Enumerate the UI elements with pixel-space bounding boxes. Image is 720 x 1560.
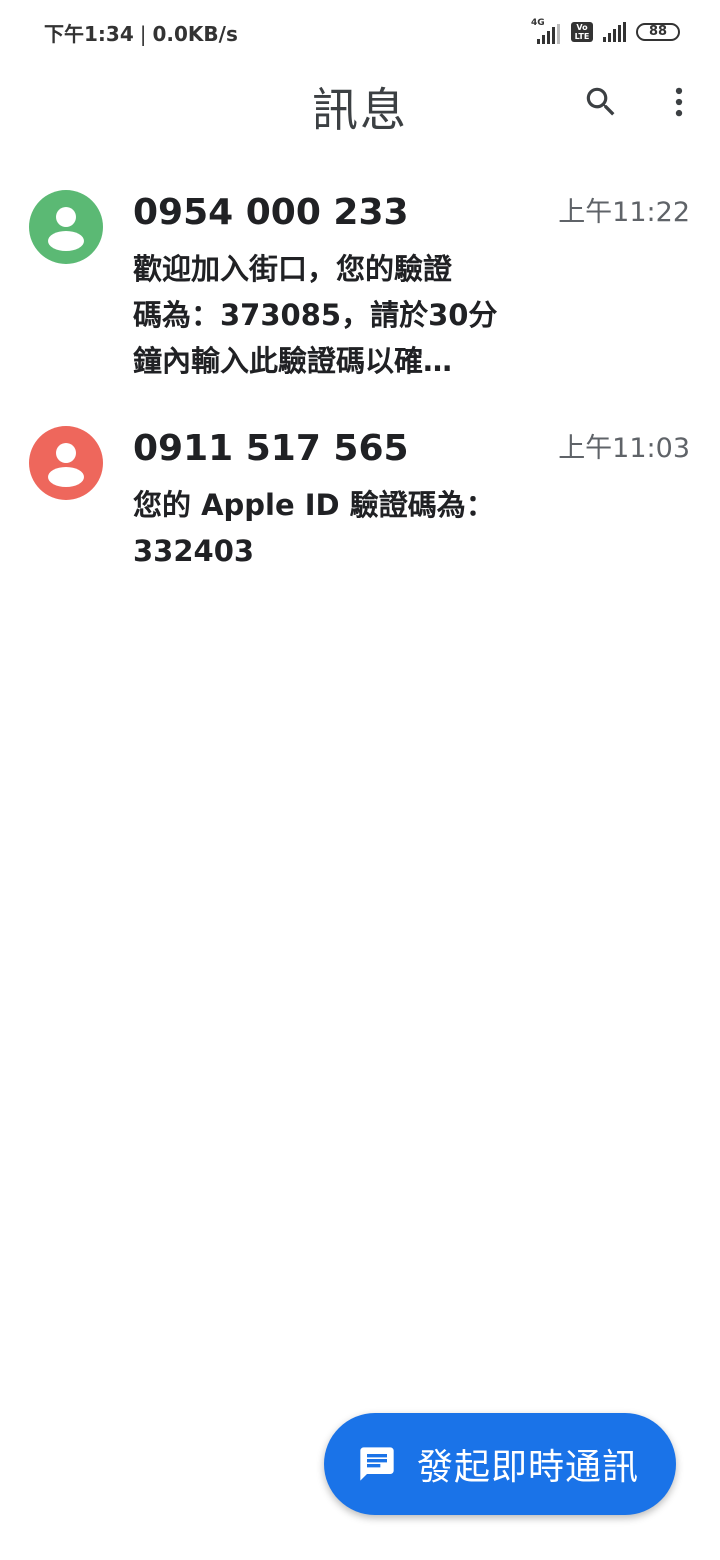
person-icon <box>29 426 103 500</box>
snippet-line: 歡迎加入街口，您的驗證 <box>133 252 453 286</box>
conversation-list: 0954 000 233 上午11:22 歡迎加入街口，您的驗證 碼為：3730… <box>0 170 720 586</box>
conversation-timestamp: 上午11:03 <box>558 433 690 464</box>
conversation-snippet: 歡迎加入街口，您的驗證 碼為：373085，請於30分 鐘內輸入此驗證碼以確… <box>133 246 533 384</box>
search-button[interactable] <box>577 78 625 126</box>
network-4g-indicator: 4G <box>527 18 561 44</box>
status-time: 下午1:34 <box>44 22 134 46</box>
battery-icon: 88 <box>636 23 680 41</box>
snippet-line: 332403 <box>133 534 255 568</box>
status-bar: 下午1:34 | 0.0KB/s 4G Vo LTE 88 <box>0 0 720 64</box>
volte-icon: Vo LTE <box>571 22 593 42</box>
more-vert-icon <box>675 87 683 117</box>
top-app-bar: 訊息 <box>0 64 720 144</box>
search-icon <box>586 87 615 116</box>
signal-strength-icon <box>537 24 560 44</box>
chat-icon <box>360 1447 394 1481</box>
conversation-item[interactable]: 0911 517 565 上午11:03 您的 Apple ID 驗證碼為： 3… <box>0 406 720 586</box>
start-chat-button[interactable]: 發起即時通訊 <box>324 1413 676 1515</box>
person-icon <box>29 190 103 264</box>
avatar[interactable] <box>29 190 103 264</box>
conversation-sender: 0911 517 565 <box>133 428 409 469</box>
status-right: 4G Vo LTE 88 <box>527 18 680 44</box>
conversation-timestamp: 上午11:22 <box>558 197 690 228</box>
snippet-line: 您的 Apple ID 驗證碼為： <box>133 488 495 522</box>
snippet-line: 鐘內輸入此驗證碼以確… <box>133 344 453 378</box>
signal-strength-icon-2 <box>603 22 626 42</box>
more-options-button[interactable] <box>655 78 703 126</box>
conversation-sender: 0954 000 233 <box>133 192 409 233</box>
conversation-item[interactable]: 0954 000 233 上午11:22 歡迎加入街口，您的驗證 碼為：3730… <box>0 170 720 406</box>
avatar[interactable] <box>29 426 103 500</box>
status-left: 下午1:34 | 0.0KB/s <box>44 22 238 46</box>
battery-level: 88 <box>648 24 668 39</box>
conversation-snippet: 您的 Apple ID 驗證碼為： 332403 <box>133 482 533 574</box>
snippet-line: 碼為：373085，請於30分 <box>133 298 498 332</box>
network-speed: 0.0KB/s <box>152 22 238 46</box>
start-chat-label: 發起即時通訊 <box>417 1447 640 1488</box>
